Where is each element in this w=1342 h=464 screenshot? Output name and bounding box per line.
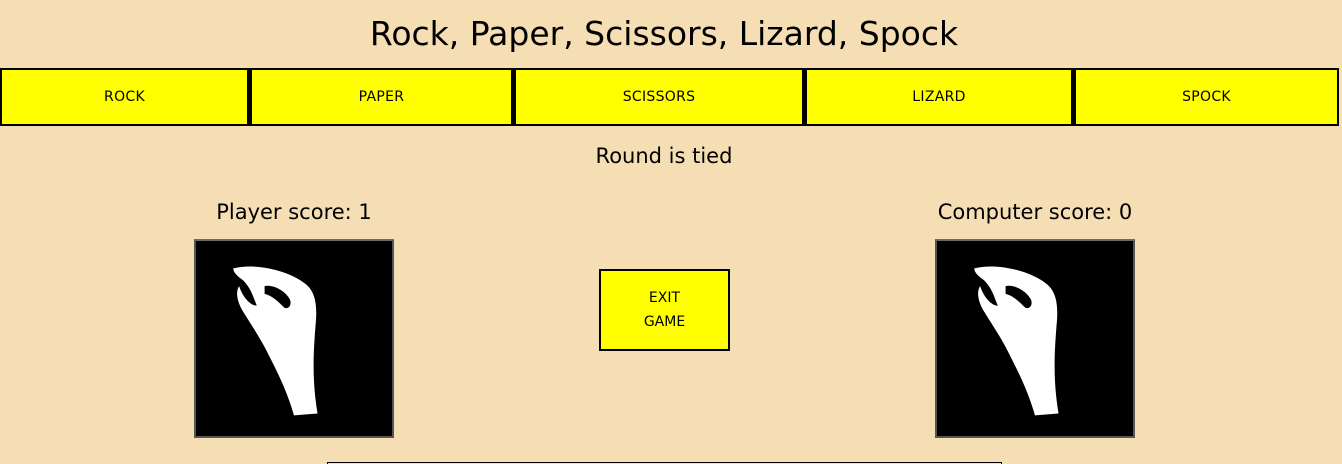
scissors-button[interactable]: SCISSORS (513, 68, 804, 126)
lizard-button[interactable]: LIZARD (804, 68, 1073, 126)
game-page: Rock, Paper, Scissors, Lizard, Spock ROC… (0, 0, 1342, 464)
spock-button[interactable]: SPOCK (1073, 68, 1339, 126)
exit-button-line1: EXIT (648, 290, 681, 306)
exit-button-line2: GAME (643, 314, 686, 330)
player-choice-image (194, 239, 394, 438)
choice-button-bar: ROCK PAPER SCISSORS LIZARD SPOCK (0, 68, 1339, 126)
paper-button[interactable]: PAPER (249, 68, 513, 126)
player-score: Player score: 1 (216, 200, 372, 224)
exit-game-button[interactable]: EXIT GAME (599, 269, 730, 351)
lizard-hand-icon (233, 266, 318, 416)
computer-score: Computer score: 0 (937, 200, 1133, 224)
lizard-hand-icon (974, 266, 1059, 416)
rock-button[interactable]: ROCK (0, 68, 249, 126)
round-result: Round is tied (595, 144, 733, 168)
computer-choice-image (935, 239, 1135, 438)
page-title: Rock, Paper, Scissors, Lizard, Spock (369, 14, 959, 53)
